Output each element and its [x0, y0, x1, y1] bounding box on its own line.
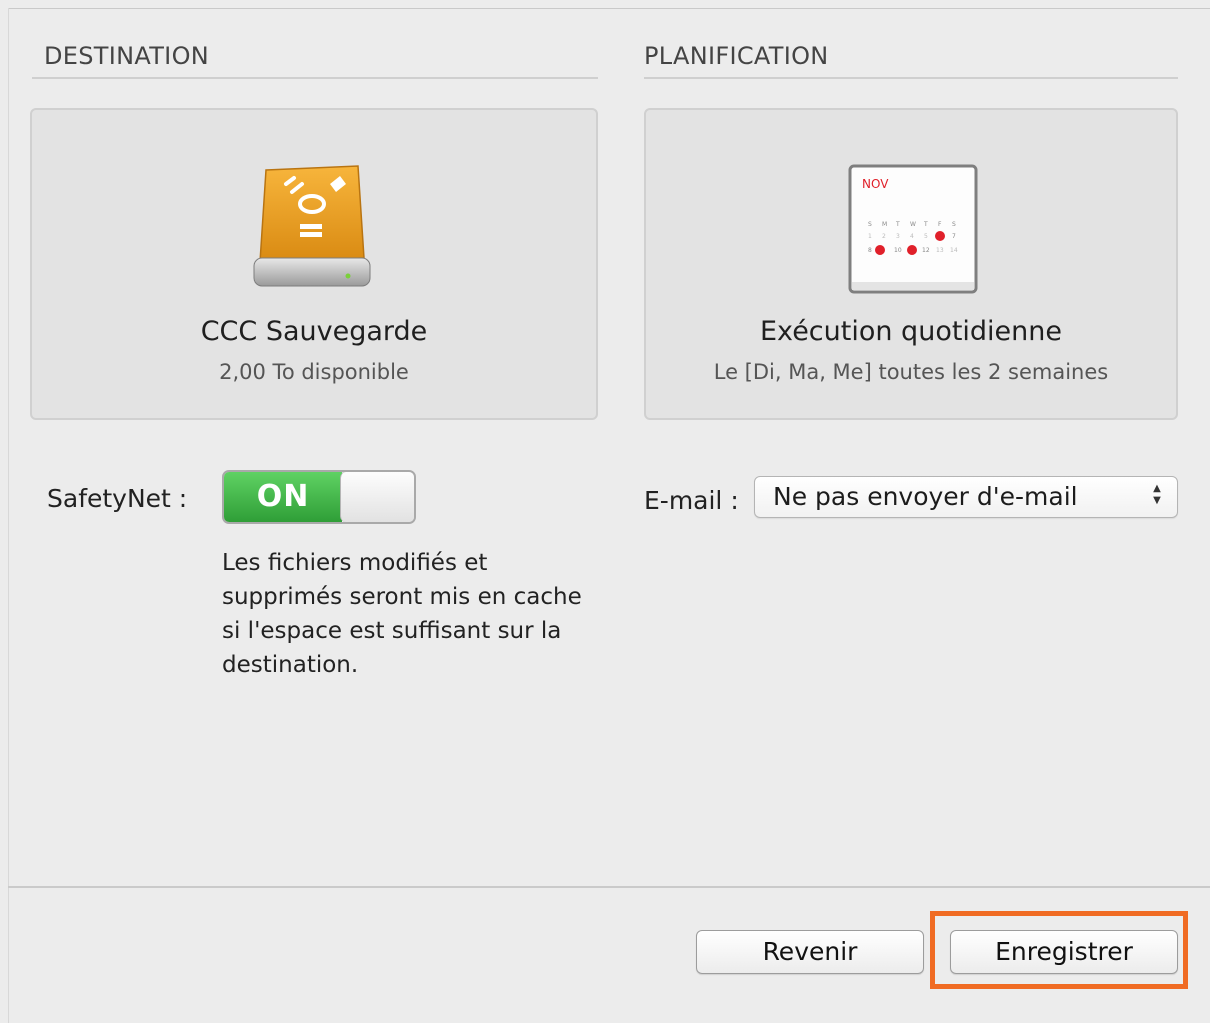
- svg-text:M: M: [882, 221, 887, 228]
- footer-divider: [8, 886, 1210, 888]
- destination-card[interactable]: CCC Sauvegarde 2,00 To disponible: [30, 108, 598, 420]
- destination-section-title: DESTINATION: [44, 42, 210, 70]
- safetynet-toggle-knob[interactable]: [340, 472, 414, 522]
- svg-text:S: S: [952, 221, 956, 228]
- select-arrows-icon: ▲ ▼: [1153, 483, 1161, 506]
- svg-text:5: 5: [924, 233, 928, 240]
- svg-text:8: 8: [868, 247, 872, 254]
- revert-button[interactable]: Revenir: [696, 930, 924, 974]
- schedule-name: Exécution quotidienne: [759, 316, 1063, 347]
- save-button[interactable]: Enregistrer: [950, 930, 1178, 974]
- svg-text:T: T: [895, 221, 900, 228]
- svg-text:4: 4: [910, 233, 914, 240]
- destination-available: 2,00 To disponible: [219, 360, 409, 384]
- svg-text:7: 7: [952, 233, 956, 240]
- schedule-section-rule: [644, 77, 1178, 79]
- schedule-section-title: PLANIFICATION: [644, 42, 829, 70]
- email-label: E-mail :: [644, 486, 739, 515]
- email-select[interactable]: Ne pas envoyer d'e-mail ▲ ▼: [754, 476, 1178, 518]
- svg-text:F: F: [938, 221, 942, 228]
- window-left-border: [8, 8, 9, 1023]
- calendar-month: NOV: [862, 177, 889, 191]
- svg-text:14: 14: [950, 247, 958, 254]
- safetynet-toggle[interactable]: ON: [222, 470, 416, 524]
- svg-text:W: W: [910, 221, 916, 228]
- schedule-card[interactable]: NOV SMT WTFS 123 45 7 8 10 12 13 14 Exécuti…: [644, 108, 1178, 420]
- window-top-border: [8, 8, 1210, 9]
- svg-text:2: 2: [882, 233, 886, 240]
- svg-text:T: T: [923, 221, 928, 228]
- safetynet-description: Les fichiers modifiés et supprimés seron…: [222, 550, 582, 678]
- schedule-detail: Le [Di, Ma, Me] toutes les 2 semaines: [713, 360, 1109, 384]
- safetynet-toggle-state: ON: [224, 472, 342, 522]
- svg-text:S: S: [868, 221, 872, 228]
- firewire-drive-icon: [250, 162, 374, 296]
- destination-section-rule: [32, 77, 598, 79]
- svg-text:1: 1: [868, 233, 872, 240]
- svg-text:12: 12: [922, 247, 930, 254]
- safetynet-label: SafetyNet :: [47, 484, 188, 513]
- svg-text:3: 3: [896, 233, 900, 240]
- svg-text:10: 10: [894, 247, 902, 254]
- calendar-icon: NOV SMT WTFS 123 45 7 8 10 12 13 14: [848, 164, 978, 294]
- svg-text:13: 13: [936, 247, 944, 254]
- destination-name: CCC Sauvegarde: [200, 316, 428, 347]
- email-select-value: Ne pas envoyer d'e-mail: [773, 482, 1078, 511]
